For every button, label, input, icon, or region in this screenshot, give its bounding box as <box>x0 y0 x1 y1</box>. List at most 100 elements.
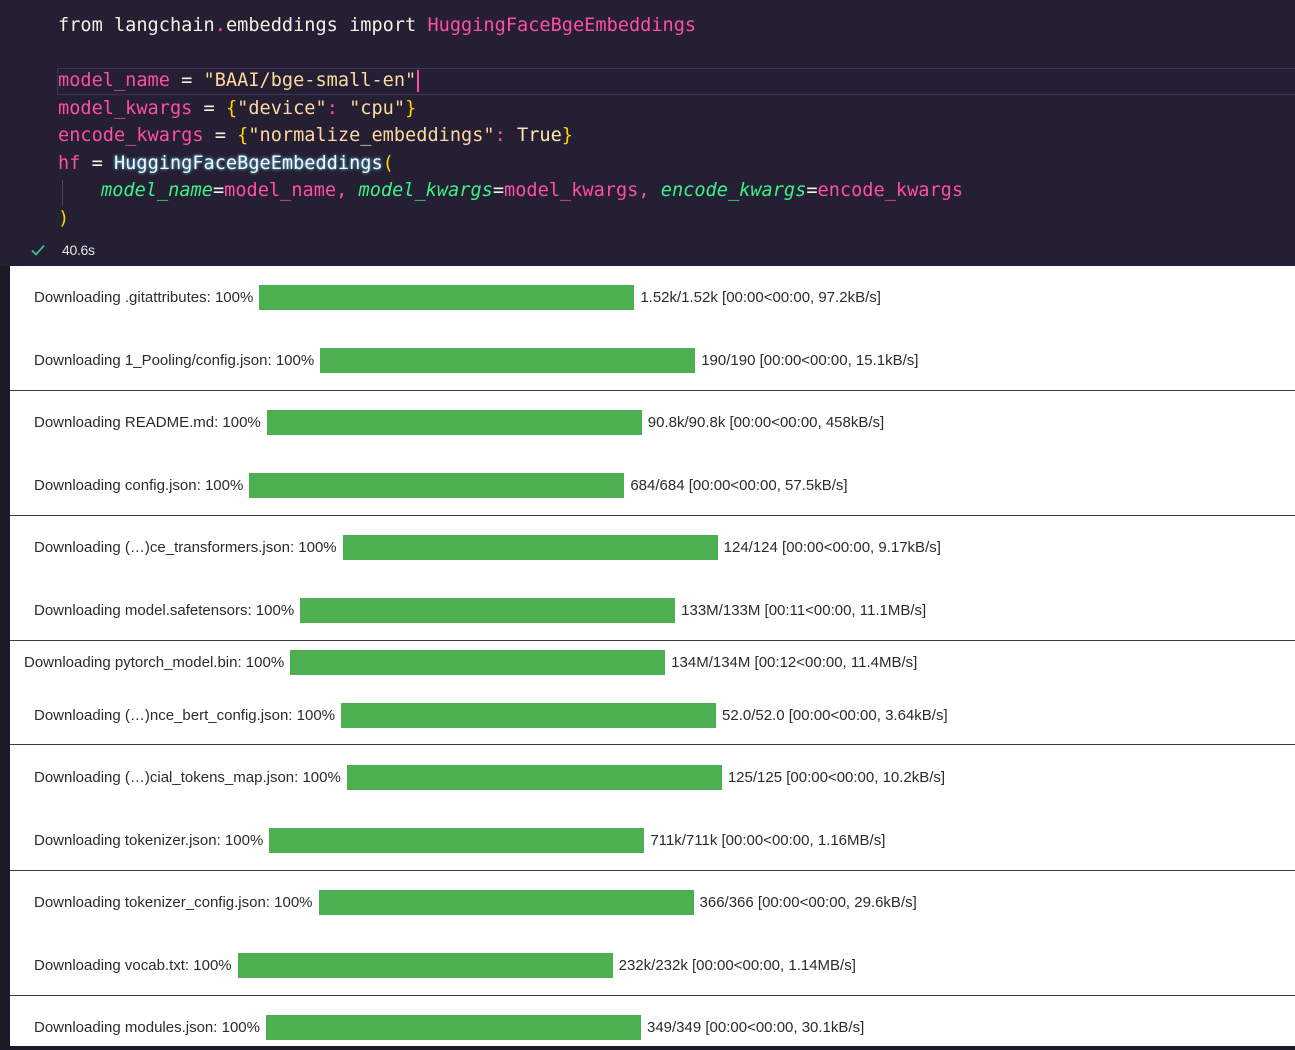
progress-bar <box>346 764 722 790</box>
equals: = <box>806 180 818 201</box>
progress-bar-fill <box>259 284 635 310</box>
output-divider <box>10 515 1295 516</box>
argument: model_kwargs <box>504 180 639 201</box>
paren: ( <box>382 153 394 174</box>
progress-bar-fill <box>265 1014 641 1040</box>
progress-stats: 232k/232k [00:00<00:00, 1.14MB/s] <box>618 956 856 974</box>
progress-bar <box>266 409 642 435</box>
output-divider <box>10 995 1295 996</box>
progress-stats: 190/190 [00:00<00:00, 15.1kB/s] <box>701 351 919 369</box>
progress-stats: 125/125 [00:00<00:00, 10.2kB/s] <box>727 768 946 786</box>
progress-row: Downloading pytorch_model.bin: 100% 134M/… <box>24 649 917 675</box>
progress-row: Downloading (…)nce_bert_config.json: 100… <box>34 702 948 728</box>
cell-output: Downloading .gitattributes: 100% 1.52k/1.… <box>10 266 1295 1046</box>
boolean-literal: True <box>517 125 562 146</box>
assign-operator: = <box>80 153 114 174</box>
equals: = <box>212 180 225 201</box>
output-divider <box>10 390 1295 391</box>
code-line-7[interactable]: ) <box>58 206 69 232</box>
output-divider <box>10 870 1295 871</box>
brace: } <box>561 125 573 146</box>
output-divider <box>10 640 1295 641</box>
module-name: langchain <box>102 15 215 36</box>
progress-bar-fill <box>249 472 625 498</box>
keyword-from: from <box>58 15 103 36</box>
keyword-param: encode_kwargs <box>660 180 807 201</box>
progress-bar <box>249 472 625 498</box>
progress-label: Downloading vocab.txt: 100% <box>34 956 232 974</box>
progress-bar <box>300 597 676 623</box>
progress-bar <box>237 952 613 978</box>
progress-bar-fill <box>320 347 696 373</box>
cell-bottom-edge <box>0 1046 1295 1050</box>
output-divider <box>10 744 1295 745</box>
code-line-3[interactable]: model_kwargs = {"device": "cpu"} <box>58 96 416 122</box>
progress-bar-fill <box>346 764 722 790</box>
comma: , <box>638 180 661 201</box>
progress-label: Downloading tokenizer_config.json: 100% <box>34 893 313 911</box>
progress-label: Downloading 1_Pooling/config.json: 100% <box>34 351 315 369</box>
progress-row: Downloading (…)ce_transformers.json: 100… <box>34 534 941 560</box>
progress-bar-fill <box>237 952 613 978</box>
execution-time: 40.6s <box>62 242 95 258</box>
dict-value: "cpu" <box>349 98 406 119</box>
progress-stats: 366/366 [00:00<00:00, 29.6kB/s] <box>699 893 917 911</box>
brace: { <box>237 125 249 146</box>
execution-status: 40.6s <box>30 240 95 260</box>
progress-label: Downloading tokenizer.json: 100% <box>34 831 264 849</box>
progress-row: Downloading (…)cial_tokens_map.json: 100… <box>34 764 945 790</box>
progress-bar <box>341 702 717 728</box>
argument: model_name <box>224 180 337 201</box>
progress-bar <box>269 827 645 853</box>
progress-stats: 52.0/52.0 [00:00<00:00, 3.64kB/s] <box>722 706 948 724</box>
variable-name: encode_kwargs <box>58 125 204 146</box>
keyword-param: model_kwargs <box>358 180 493 201</box>
assign-operator: = <box>169 70 204 91</box>
progress-label: Downloading pytorch_model.bin: 100% <box>24 653 285 671</box>
progress-label: Downloading (…)nce_bert_config.json: 100… <box>34 706 336 724</box>
string-literal: "BAAI/bge-small-en" <box>203 70 417 91</box>
text-cursor <box>417 69 420 92</box>
keyword-import: import <box>337 15 428 36</box>
code-line-2[interactable]: model_name = "BAAI/bge-small-en" <box>58 68 420 94</box>
progress-label: Downloading (…)ce_transformers.json: 100… <box>34 538 337 556</box>
constructor-call: HuggingFaceBgeEmbeddings <box>113 153 383 174</box>
code-line-5[interactable]: hf = HuggingFaceBgeEmbeddings( <box>58 151 394 177</box>
variable-name: hf <box>58 153 81 174</box>
progress-label: Downloading modules.json: 100% <box>34 1018 260 1036</box>
keyword-param: model_name <box>101 180 213 201</box>
progress-stats: 1.52k/1.52k [00:00<00:00, 97.2kB/s] <box>640 288 881 306</box>
module-name: embeddings <box>225 15 338 36</box>
code-line-1[interactable]: from langchain.embeddings import Hugging… <box>58 13 696 39</box>
progress-stats: 134M/134M [00:12<00:00, 11.4MB/s] <box>671 653 918 671</box>
variable-name: model_kwargs <box>58 98 193 119</box>
progress-row: Downloading README.md: 100% 90.8k/90.8k [… <box>34 409 884 435</box>
colon: : <box>326 98 350 119</box>
assign-operator: = <box>203 125 238 146</box>
check-icon <box>31 244 45 256</box>
progress-row: Downloading modules.json: 100% 349/349 [0… <box>34 1014 864 1040</box>
progress-row: Downloading config.json: 100% 684/684 [00… <box>34 472 848 498</box>
progress-row: Downloading tokenizer_config.json: 100% 3… <box>34 889 917 915</box>
progress-label: Downloading model.safetensors: 100% <box>34 601 295 619</box>
code-line-6[interactable]: model_name=model_name, model_kwargs=mode… <box>101 178 963 204</box>
progress-bar-fill <box>341 702 717 728</box>
equals: = <box>492 180 505 201</box>
progress-bar-fill <box>318 889 694 915</box>
progress-row: Downloading .gitattributes: 100% 1.52k/1.… <box>34 284 881 310</box>
progress-label: Downloading config.json: 100% <box>34 476 244 494</box>
progress-bar-fill <box>342 534 718 560</box>
progress-stats: 124/124 [00:00<00:00, 9.17kB/s] <box>723 538 941 556</box>
progress-stats: 711k/711k [00:00<00:00, 1.16MB/s] <box>650 831 886 849</box>
progress-label: Downloading README.md: 100% <box>34 413 261 431</box>
progress-bar <box>290 649 666 675</box>
progress-label: Downloading .gitattributes: 100% <box>34 288 254 306</box>
progress-bar <box>265 1014 641 1040</box>
progress-stats: 349/349 [00:00<00:00, 30.1kB/s] <box>646 1018 865 1036</box>
code-line-4[interactable]: encode_kwargs = {"normalize_embeddings":… <box>58 123 573 149</box>
progress-bar <box>318 889 694 915</box>
progress-stats: 684/684 [00:00<00:00, 57.5kB/s] <box>630 476 848 494</box>
progress-row: Downloading tokenizer.json: 100% 711k/711… <box>34 827 885 853</box>
brace: } <box>405 98 417 119</box>
code-cell[interactable]: from langchain.embeddings import Hugging… <box>0 0 1295 266</box>
